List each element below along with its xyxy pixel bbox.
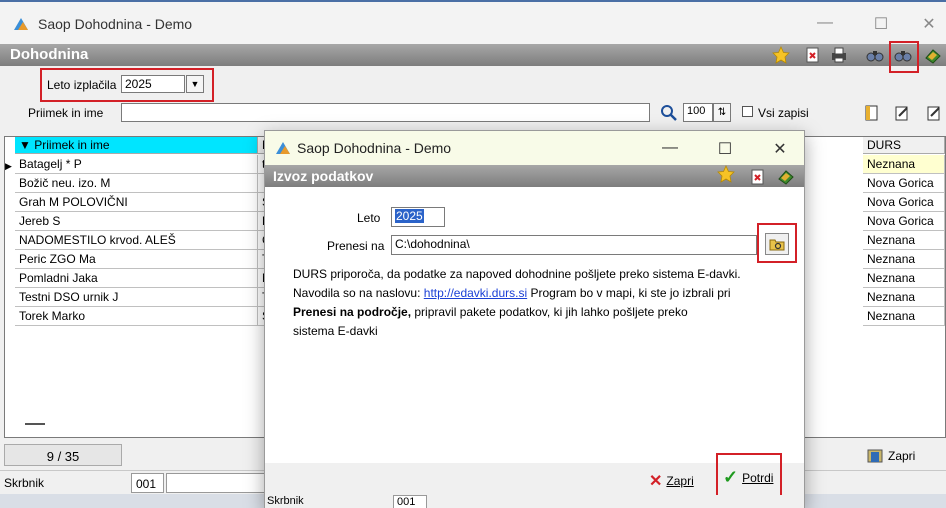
exit-book-icon[interactable] [924, 46, 942, 64]
vsi-zapisi-checkbox[interactable] [742, 106, 753, 117]
window-title: Saop Dohodnina - Demo [38, 16, 193, 32]
dialog-maximize-button[interactable]: ☐ [710, 139, 740, 159]
table-row-name[interactable]: Pomladni Jaka [15, 269, 258, 288]
minimize-button[interactable]: — [810, 14, 840, 32]
search-input[interactable] [121, 103, 650, 122]
edavki-link[interactable]: http://edavki.durs.si [424, 286, 527, 300]
dialog-potrdi-label: Potrdi [742, 470, 774, 485]
dialog-status-code: 001 [393, 495, 427, 508]
dialog-zapri-button[interactable]: ✕ Zapri [649, 471, 694, 491]
status-user-label: Skrbnik [4, 476, 45, 490]
table-row-name[interactable]: Jereb S [15, 212, 258, 231]
folder-open-icon [769, 239, 785, 251]
main-zapri-button[interactable]: Zapri [866, 448, 915, 464]
close-button[interactable]: ✕ [914, 14, 944, 34]
table-row-durs[interactable]: Neznana [863, 288, 945, 307]
table-row-durs[interactable]: Neznana [863, 269, 945, 288]
info-text: DURS priporoča, da podatke za napoved do… [293, 265, 773, 341]
maximize-button[interactable]: ☐ [866, 14, 896, 34]
cancel-x-icon: ✕ [649, 473, 663, 490]
column-header-durs[interactable]: DURS [863, 137, 945, 154]
column-header-priimek-label: Priimek in ime [34, 138, 110, 152]
column-header-priimek[interactable]: ▼ Priimek in ime [15, 137, 258, 154]
info-line-3: Prenesi na področje, pripravil pakete po… [293, 303, 773, 322]
info-line-4: sistema E-davki [293, 324, 378, 338]
favorite-star-icon[interactable] [772, 46, 790, 64]
dialog-body: Leto 2025 Prenesi na C:\dohodnina\ DURS … [265, 187, 804, 463]
dialog-delete-icon[interactable] [749, 168, 767, 186]
edit-document-icon[interactable] [894, 104, 910, 122]
section-title: Dohodnina [10, 46, 89, 63]
info-line-2-suffix: Program bo v mapi, ki ste jo izbrali pri [527, 286, 731, 300]
edit-copy-icon[interactable] [926, 104, 942, 122]
table-row-durs[interactable]: Nova Gorica [863, 212, 945, 231]
main-title-bar: Saop Dohodnina - Demo — ☐ ✕ [0, 0, 946, 44]
info-line-2: Navodila so na naslovu: http://edavki.du… [293, 284, 773, 303]
table-row-durs[interactable]: Neznana [863, 231, 945, 250]
dialog-title-bar: Saop Dohodnina - Demo — ☐ ✕ [265, 131, 804, 165]
priimek-label: Priimek in ime [28, 106, 104, 120]
binoculars-icon[interactable] [866, 46, 884, 64]
table-row-name[interactable]: NADOMESTILO krvod. ALEŠ [15, 231, 258, 250]
confirm-check-icon: ✓ [723, 467, 739, 487]
prenesi-na-path-field[interactable]: C:\dohodnina\ [391, 235, 757, 255]
table-row-name[interactable]: Peric ZGO Ma [15, 250, 258, 269]
dialog-favorite-star-icon[interactable] [717, 165, 735, 183]
vsi-zapisi-label: Vsi zapisi [758, 106, 809, 120]
dialog-section-title: Izvoz podatkov [273, 168, 374, 184]
table-row-durs[interactable]: Neznana [863, 250, 945, 269]
info-line-1: DURS priporoča, da podatke za napoved do… [293, 267, 741, 281]
print-icon[interactable] [830, 46, 848, 64]
sort-down-icon: ▼ [19, 138, 31, 152]
search-icon[interactable] [660, 104, 678, 122]
dialog-close-button[interactable]: ✕ [765, 139, 795, 159]
dialog-status-label: Skrbnik [267, 495, 304, 507]
app-logo-icon [12, 16, 30, 35]
table-row-durs[interactable]: Neznana [863, 307, 945, 326]
record-counter: 9 / 35 [4, 444, 122, 466]
dialog-section-header: Izvoz podatkov [265, 165, 804, 187]
page-size-field[interactable]: 100 [683, 103, 713, 122]
leto-izplacila-label: Leto izplačila [47, 78, 117, 92]
table-row-name[interactable]: Testni DSO urnik J [15, 288, 258, 307]
new-document-icon[interactable] [864, 104, 880, 122]
dialog-leto-value: 2025 [395, 209, 424, 223]
dialog-app-logo-icon [274, 140, 292, 159]
dialog-potrdi-button[interactable]: ✓ Potrdi [723, 467, 773, 488]
export-highlight [889, 41, 919, 73]
dialog-status-bar: Skrbnik 001 [265, 495, 804, 508]
table-row-name[interactable]: Božič neu. izo. M [15, 174, 258, 193]
export-dialog: Saop Dohodnina - Demo — ☐ ✕ Izvoz podatk… [264, 130, 805, 508]
status-extra [166, 473, 266, 493]
grid-separator [25, 423, 45, 425]
dialog-leto-label: Leto [357, 211, 381, 225]
table-row-durs[interactable]: Nova Gorica [863, 174, 945, 193]
info-line-3-suffix: pripravil pakete podatkov, ki jih lahko … [411, 305, 688, 319]
current-row-indicator: ▶ [5, 161, 12, 171]
table-row-durs[interactable]: Neznana [863, 155, 945, 174]
status-code: 001 [131, 473, 164, 493]
table-row-name[interactable]: Torek Marko [15, 307, 258, 326]
table-row-name[interactable]: Grah M POLOVIČNI [15, 193, 258, 212]
dialog-zapri-label: Zapri [666, 474, 694, 488]
close-door-icon [867, 449, 883, 463]
dialog-exit-book-icon[interactable] [777, 167, 795, 185]
delete-document-icon[interactable] [804, 46, 822, 64]
table-row-name[interactable]: Batagelj * P [15, 155, 258, 174]
leto-dropdown-button[interactable]: ▼ [186, 75, 204, 93]
table-row-durs[interactable]: Nova Gorica [863, 193, 945, 212]
page-size-stepper[interactable]: ⇅ [713, 103, 731, 122]
prenesi-na-label: Prenesi na [327, 239, 385, 253]
folder-browse-button[interactable] [765, 233, 789, 255]
section-header: Dohodnina [0, 44, 946, 66]
main-zapri-label: Zapri [888, 449, 916, 463]
dialog-title: Saop Dohodnina - Demo [297, 140, 452, 156]
info-bold: Prenesi na področje, [293, 305, 412, 319]
dialog-leto-field[interactable]: 2025 [391, 207, 445, 227]
info-line-2-prefix: Navodila so na naslovu: [293, 286, 421, 300]
leto-izplacila-field[interactable]: 2025 [121, 75, 185, 93]
dialog-minimize-button[interactable]: — [655, 139, 685, 157]
